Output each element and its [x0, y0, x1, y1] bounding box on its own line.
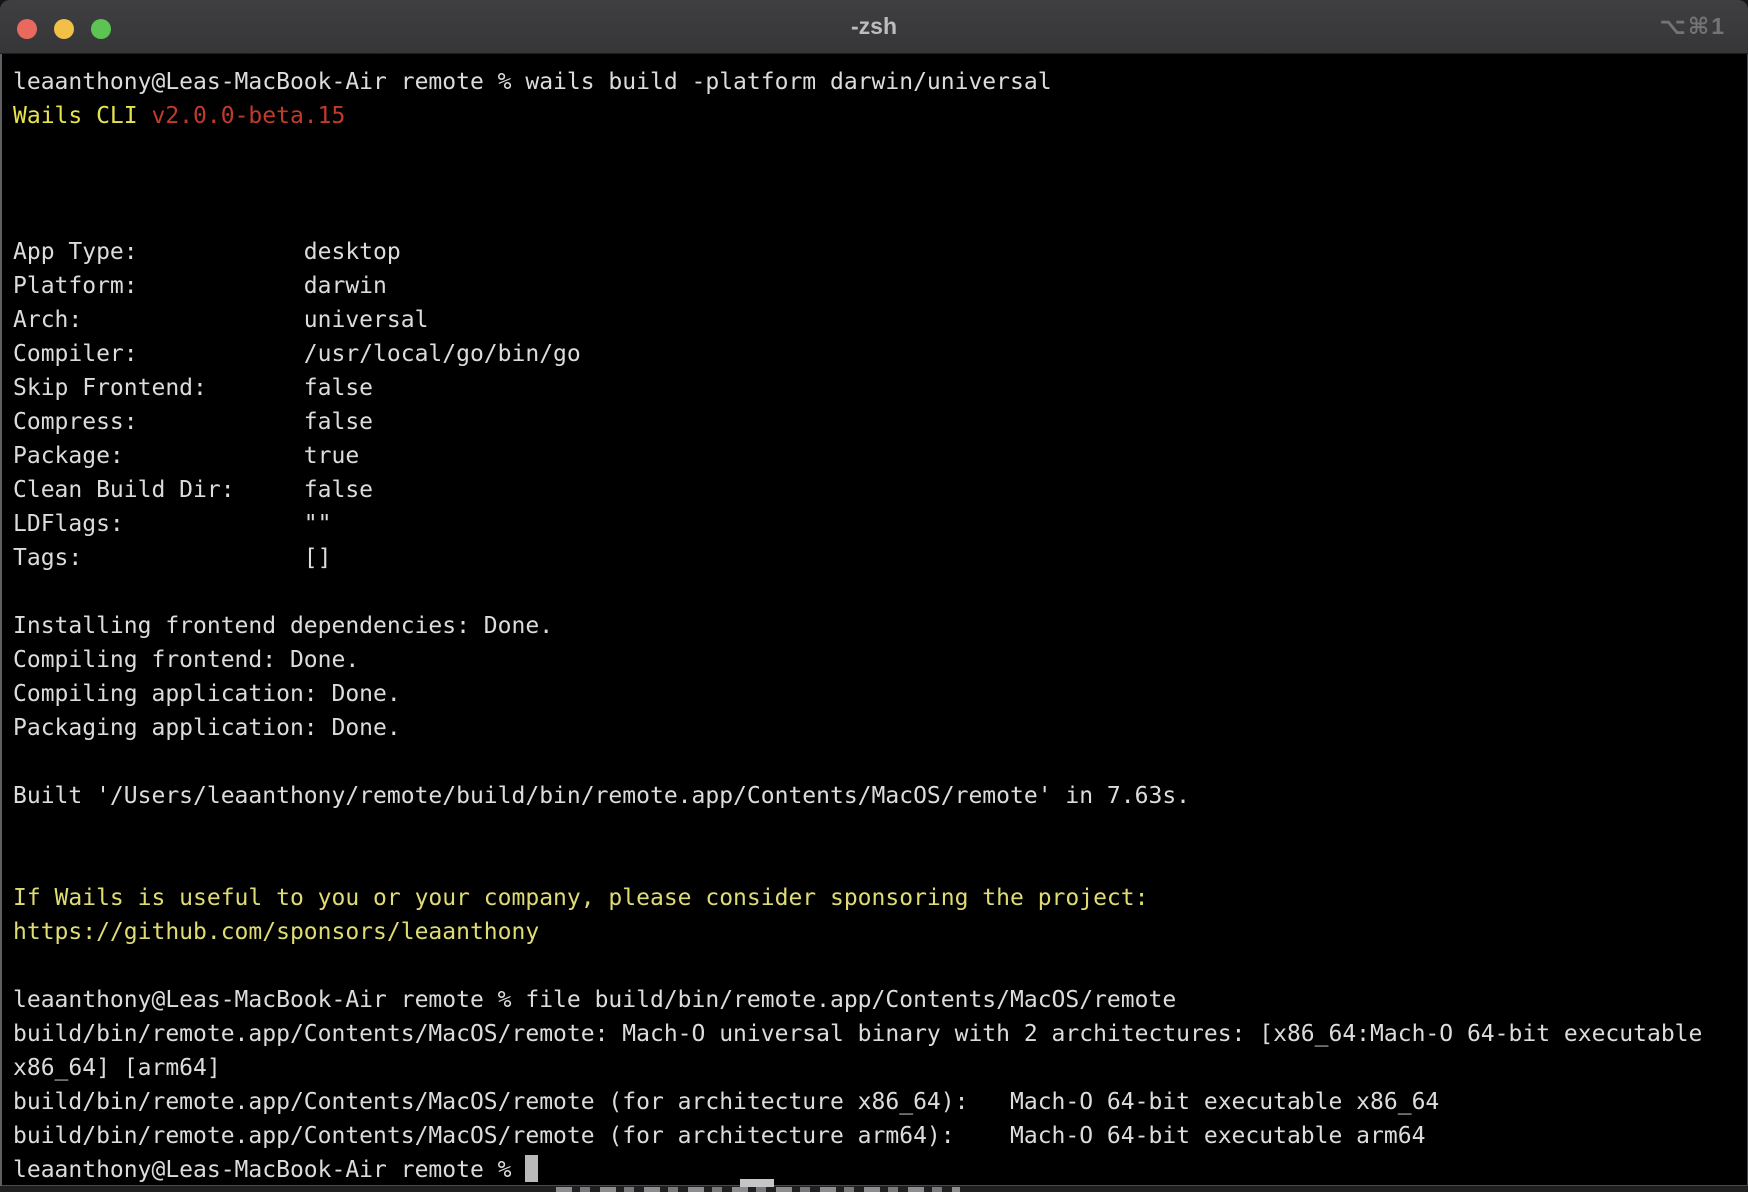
text-segment: App Type: desktop — [13, 239, 401, 265]
text-segment: x86_64] [arm64] — [13, 1055, 221, 1081]
terminal-line: build/bin/remote.app/Contents/MacOS/remo… — [13, 1119, 1748, 1153]
text-segment: Compiling application: Done. — [13, 681, 401, 707]
terminal-line: Compress: false — [13, 405, 1748, 439]
text-segment: Packaging application: Done. — [13, 715, 401, 741]
text-segment: Installing frontend dependencies: Done. — [13, 613, 553, 639]
terminal-line: leaanthony@Leas-MacBook-Air remote % fil… — [13, 983, 1748, 1017]
terminal-line: build/bin/remote.app/Contents/MacOS/remo… — [13, 1085, 1748, 1119]
text-segment: leaanthony@Leas-MacBook-Air remote % — [13, 1157, 525, 1183]
terminal-line: Arch: universal — [13, 303, 1748, 337]
terminal-line: Packaging application: Done. — [13, 711, 1748, 745]
text-segment: LDFlags: "" — [13, 511, 332, 537]
terminal-line: LDFlags: "" — [13, 507, 1748, 541]
text-segment: Package: true — [13, 443, 359, 469]
terminal-line — [13, 575, 1748, 609]
terminal-line: build/bin/remote.app/Contents/MacOS/remo… — [13, 1017, 1748, 1051]
terminal-line — [13, 133, 1748, 167]
terminal-line — [13, 813, 1748, 847]
terminal-line: x86_64] [arm64] — [13, 1051, 1748, 1085]
terminal-line — [13, 167, 1748, 201]
terminal-line: leaanthony@Leas-MacBook-Air remote % — [13, 1153, 1748, 1186]
text-segment: Compiler: /usr/local/go/bin/go — [13, 341, 581, 367]
terminal-window: -zsh ⌥⌘1 leaanthony@Leas-MacBook-Air rem… — [0, 0, 1748, 1186]
background-window-fragment — [740, 1179, 774, 1187]
terminal-line: leaanthony@Leas-MacBook-Air remote % wai… — [13, 65, 1748, 99]
text-cursor — [525, 1155, 538, 1182]
text-segment: leaanthony@Leas-MacBook-Air remote % wai… — [13, 69, 1052, 95]
text-segment: Platform: darwin — [13, 273, 387, 299]
close-button[interactable] — [17, 19, 37, 39]
text-segment: Compress: false — [13, 409, 373, 435]
terminal-line — [13, 745, 1748, 779]
text-segment: leaanthony@Leas-MacBook-Air remote % fil… — [13, 987, 1176, 1013]
terminal-line — [13, 201, 1748, 235]
text-segment: Tags: [] — [13, 545, 332, 571]
traffic-lights — [17, 19, 111, 39]
terminal-line: Platform: darwin — [13, 269, 1748, 303]
terminal-line: Compiler: /usr/local/go/bin/go — [13, 337, 1748, 371]
text-segment: Compiling frontend: Done. — [13, 647, 359, 673]
terminal-line: Installing frontend dependencies: Done. — [13, 609, 1748, 643]
background-window-text-fragment — [556, 1187, 960, 1192]
zoom-button[interactable] — [91, 19, 111, 39]
text-segment: Clean Build Dir: false — [13, 477, 373, 503]
terminal-line: Clean Build Dir: false — [13, 473, 1748, 507]
terminal-line: Package: true — [13, 439, 1748, 473]
text-segment: Skip Frontend: false — [13, 375, 373, 401]
terminal-line: Tags: [] — [13, 541, 1748, 575]
terminal-line: Compiling application: Done. — [13, 677, 1748, 711]
text-segment: https://github.com/sponsors/leaanthony — [13, 919, 539, 945]
terminal-line: If Wails is useful to you or your compan… — [13, 881, 1748, 915]
terminal-line: Built '/Users/leaanthony/remote/build/bi… — [13, 779, 1748, 813]
text-segment: build/bin/remote.app/Contents/MacOS/remo… — [13, 1123, 1425, 1149]
terminal-line — [13, 949, 1748, 983]
text-segment: Arch: universal — [13, 307, 428, 333]
terminal-line: App Type: desktop — [13, 235, 1748, 269]
text-segment: build/bin/remote.app/Contents/MacOS/remo… — [13, 1089, 1439, 1115]
terminal-content[interactable]: leaanthony@Leas-MacBook-Air remote % wai… — [0, 54, 1748, 1186]
text-segment: build/bin/remote.app/Contents/MacOS/remo… — [13, 1021, 1702, 1047]
background-window-strip — [0, 1186, 1748, 1192]
window-title: -zsh — [851, 13, 897, 40]
window-shortcut-badge: ⌥⌘1 — [1659, 13, 1726, 40]
minimize-button[interactable] — [54, 19, 74, 39]
text-segment: Wails CLI — [13, 103, 151, 129]
text-segment: If Wails is useful to you or your compan… — [13, 885, 1148, 911]
text-segment: v2.0.0-beta.15 — [151, 103, 345, 129]
text-segment: Built '/Users/leaanthony/remote/build/bi… — [13, 783, 1190, 809]
terminal-line: Skip Frontend: false — [13, 371, 1748, 405]
window-titlebar[interactable]: -zsh ⌥⌘1 — [0, 0, 1748, 54]
terminal-line — [13, 847, 1748, 881]
terminal-line: Wails CLI v2.0.0-beta.15 — [13, 99, 1748, 133]
terminal-line: Compiling frontend: Done. — [13, 643, 1748, 677]
terminal-line: https://github.com/sponsors/leaanthony — [13, 915, 1748, 949]
